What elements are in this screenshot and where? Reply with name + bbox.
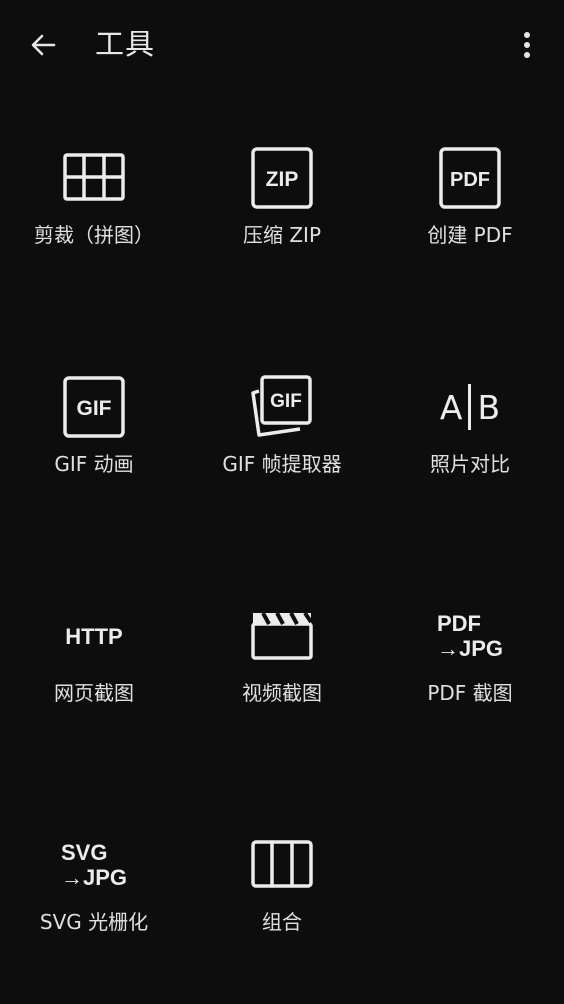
zip-icon-text: ZIP bbox=[266, 168, 299, 191]
gif-frames-icon-text: GIF bbox=[270, 391, 302, 412]
tool-label: PDF 截图 bbox=[427, 681, 513, 705]
grid-crop-icon bbox=[62, 146, 126, 210]
tool-label: 视频截图 bbox=[242, 681, 322, 705]
zip-icon: ZIP bbox=[250, 146, 314, 210]
tool-webpage-screenshot[interactable]: HTTP 网页截图 bbox=[0, 546, 188, 775]
icon-line-2: →JPG bbox=[436, 636, 504, 661]
app-bar: 工具 bbox=[0, 0, 564, 88]
tool-video-screenshot[interactable]: 视频截图 bbox=[188, 546, 376, 775]
tool-compress-zip[interactable]: ZIP 压缩 ZIP bbox=[188, 88, 376, 317]
http-icon-text: HTTP bbox=[65, 623, 123, 649]
tool-svg-rasterize[interactable]: SVG →JPG SVG 光栅化 bbox=[0, 775, 188, 1004]
tool-label: 照片对比 bbox=[430, 452, 510, 476]
http-icon: HTTP bbox=[62, 604, 126, 668]
back-button[interactable] bbox=[20, 22, 66, 68]
tool-label: GIF 帧提取器 bbox=[222, 452, 342, 476]
more-vert-icon bbox=[524, 32, 530, 58]
svg-to-jpg-icon-text: SVG →JPG bbox=[61, 840, 127, 890]
pdf-to-jpg-icon: PDF →JPG bbox=[437, 604, 503, 668]
tool-create-pdf[interactable]: PDF 创建 PDF bbox=[376, 88, 564, 317]
clapperboard-icon bbox=[250, 604, 314, 668]
tool-label: GIF 动画 bbox=[54, 452, 134, 476]
pdf-icon-text: PDF bbox=[450, 169, 490, 191]
arrow-left-icon bbox=[31, 34, 56, 56]
tool-label: 网页截图 bbox=[54, 681, 134, 705]
compare-icon: A B bbox=[438, 375, 502, 439]
tool-label: 组合 bbox=[262, 910, 302, 934]
gif-frames-icon: GIF bbox=[250, 375, 314, 439]
tool-label: SVG 光栅化 bbox=[39, 910, 149, 934]
tool-combine[interactable]: 组合 bbox=[188, 775, 376, 1004]
gif-icon-text: GIF bbox=[77, 397, 112, 420]
svg-to-jpg-icon: SVG →JPG bbox=[61, 833, 127, 897]
pdf-to-jpg-icon-text: PDF →JPG bbox=[437, 611, 503, 661]
tool-gif-frame-extractor[interactable]: GIF GIF 帧提取器 bbox=[188, 317, 376, 546]
tool-label: 剪裁（拼图） bbox=[34, 223, 154, 247]
tool-pdf-screenshot[interactable]: PDF →JPG PDF 截图 bbox=[376, 546, 564, 775]
tool-crop-collage[interactable]: 剪裁（拼图） bbox=[0, 88, 188, 317]
columns-icon bbox=[250, 833, 314, 897]
pdf-icon: PDF bbox=[438, 146, 502, 210]
gif-icon: GIF bbox=[62, 375, 126, 439]
compare-icon-a: A bbox=[439, 387, 463, 427]
icon-line-1: SVG bbox=[60, 840, 108, 865]
compare-divider bbox=[468, 384, 472, 430]
compare-icon-b: B bbox=[477, 387, 501, 427]
tool-label: 压缩 ZIP bbox=[242, 223, 322, 247]
icon-line-2: →JPG bbox=[60, 865, 128, 890]
tool-gif-animation[interactable]: GIF GIF 动画 bbox=[0, 317, 188, 546]
page-title: 工具 bbox=[95, 27, 156, 61]
tool-photo-compare[interactable]: A B 照片对比 bbox=[376, 317, 564, 546]
more-options-button[interactable] bbox=[504, 22, 550, 68]
icon-line-1: PDF bbox=[436, 611, 481, 636]
tool-label: 创建 PDF bbox=[427, 223, 513, 247]
